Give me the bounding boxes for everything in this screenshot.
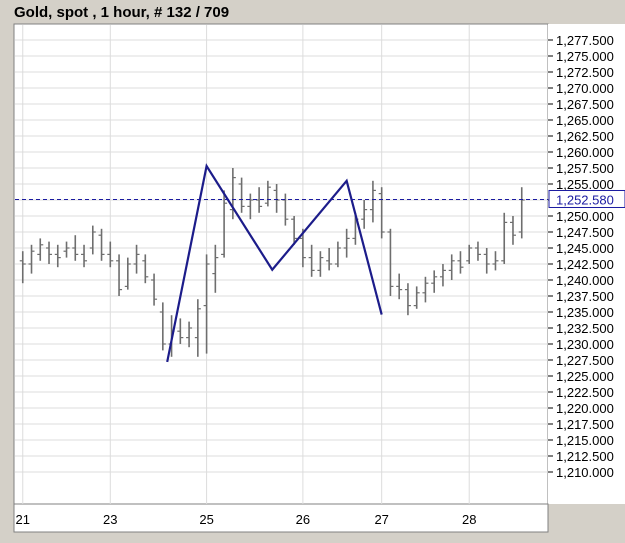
y-tick-label: 1,220.000 (556, 401, 614, 416)
y-tick-label: 1,275.000 (556, 49, 614, 64)
x-tick-label: 21 (16, 512, 30, 527)
y-tick-label: 1,245.000 (556, 241, 614, 256)
x-tick-label: 26 (296, 512, 310, 527)
x-tick-label: 27 (374, 512, 388, 527)
y-tick-label: 1,232.500 (556, 321, 614, 336)
y-tick-label: 1,237.500 (556, 289, 614, 304)
y-tick-label: 1,240.000 (556, 273, 614, 288)
y-tick-label: 1,235.000 (556, 305, 614, 320)
y-tick-label: 1,225.000 (556, 369, 614, 384)
chart-canvas: 1,277.5001,275.0001,272.5001,270.0001,26… (13, 23, 625, 533)
y-tick-label: 1,255.000 (556, 177, 614, 192)
y-tick-label: 1,215.000 (556, 433, 614, 448)
y-tick-label: 1,212.500 (556, 449, 614, 464)
price-axis: 1,277.5001,275.0001,272.5001,270.0001,26… (548, 33, 614, 480)
y-tick-label: 1,265.000 (556, 113, 614, 128)
x-tick-label: 25 (199, 512, 213, 527)
y-tick-label: 1,260.000 (556, 145, 614, 160)
x-tick-label: 28 (462, 512, 476, 527)
current-price-label: 1,252.580 (556, 192, 614, 207)
y-tick-label: 1,210.000 (556, 465, 614, 480)
y-tick-label: 1,247.500 (556, 225, 614, 240)
y-tick-label: 1,262.500 (556, 129, 614, 144)
y-tick-label: 1,230.000 (556, 337, 614, 352)
y-tick-label: 1,270.000 (556, 81, 614, 96)
chart-window: Gold, spot , 1 hour, # 132 / 709 1,277.5… (0, 0, 625, 543)
y-tick-label: 1,250.000 (556, 209, 614, 224)
y-tick-label: 1,222.500 (556, 385, 614, 400)
y-tick-label: 1,242.500 (556, 257, 614, 272)
y-tick-label: 1,217.500 (556, 417, 614, 432)
y-tick-label: 1,227.500 (556, 353, 614, 368)
y-tick-label: 1,277.500 (556, 33, 614, 48)
y-tick-label: 1,272.500 (556, 65, 614, 80)
y-tick-label: 1,257.500 (556, 161, 614, 176)
y-tick-label: 1,267.500 (556, 97, 614, 112)
x-tick-label: 23 (103, 512, 117, 527)
